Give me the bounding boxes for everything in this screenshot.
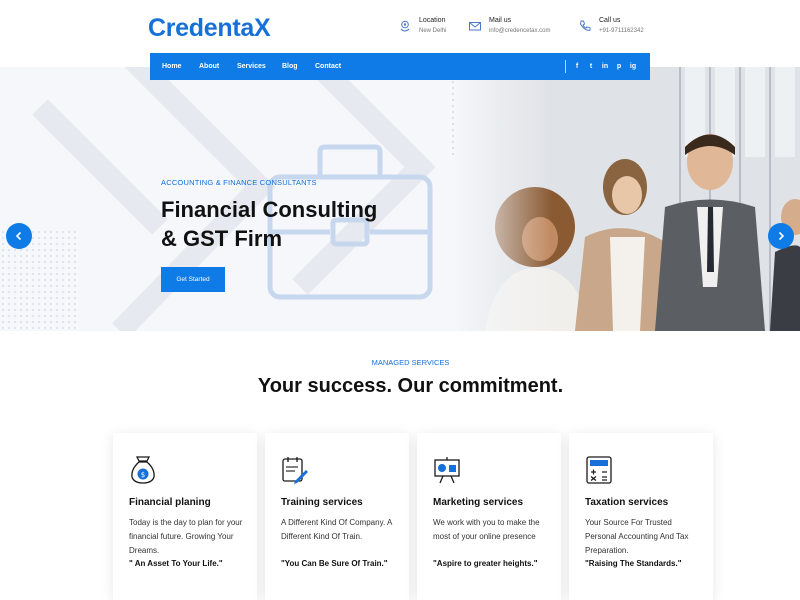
card-description: We work with you to make the most of you… bbox=[433, 518, 540, 541]
card-title: Training services bbox=[281, 497, 363, 508]
pinterest-icon[interactable]: p bbox=[614, 53, 624, 80]
card-description: A Different Kind Of Company. A Different… bbox=[281, 518, 392, 541]
card-description: Today is the day to plan for your financ… bbox=[129, 518, 243, 555]
service-card-marketing[interactable]: Marketing services We work with you to m… bbox=[417, 433, 561, 600]
card-title: Financial planing bbox=[129, 497, 211, 508]
nav-about[interactable]: About bbox=[199, 53, 219, 80]
card-tagline: " An Asset To Your Life." bbox=[129, 559, 223, 568]
hero-headline-line2: & GST Firm bbox=[161, 226, 283, 251]
hero-headline: Financial Consulting & GST Firm bbox=[161, 195, 461, 253]
twitter-icon[interactable]: t bbox=[586, 53, 596, 80]
service-card-taxation[interactable]: Taxation services Your Source For Truste… bbox=[569, 433, 713, 600]
header-call: Call us +91-9711162342 bbox=[578, 16, 644, 36]
instagram-icon[interactable]: ig bbox=[628, 53, 638, 80]
money-bag-icon: $ bbox=[131, 456, 155, 484]
nav-services[interactable]: Services bbox=[237, 53, 266, 80]
call-title: Call us bbox=[599, 17, 621, 24]
location-title: Location bbox=[419, 17, 446, 24]
location-value: New Delhi bbox=[419, 28, 447, 34]
mail-title: Mail us bbox=[489, 17, 512, 24]
hero-next-button[interactable] bbox=[768, 223, 794, 249]
calendar-pencil-icon bbox=[282, 457, 308, 484]
card-title: Marketing services bbox=[433, 497, 524, 508]
card-tagline: "Aspire to greater heights." bbox=[433, 559, 538, 568]
chevron-left-icon bbox=[15, 231, 22, 241]
presentation-board-icon bbox=[434, 457, 460, 484]
hero-prev-button[interactable] bbox=[6, 223, 32, 249]
get-started-button[interactable]: Get Started bbox=[161, 267, 225, 292]
hero-headline-line1: Financial Consulting bbox=[161, 197, 378, 222]
mail-value[interactable]: info@credencetax.com bbox=[489, 26, 550, 36]
header-mail: Mail us info@credencetax.com bbox=[468, 16, 550, 36]
card-title: Taxation services bbox=[585, 497, 669, 508]
chevron-right-icon bbox=[778, 231, 785, 241]
hero-team-photo bbox=[455, 67, 800, 331]
service-card-financial[interactable]: $ Financial planing Today is the day to … bbox=[113, 433, 257, 600]
hero-eyebrow: ACCOUNTING & FINANCE CONSULTANTS bbox=[161, 178, 317, 187]
card-tagline: "You Can Be Sure Of Train." bbox=[281, 559, 388, 568]
service-card-training[interactable]: Training services A Different Kind Of Co… bbox=[265, 433, 409, 600]
nav-divider bbox=[565, 60, 566, 73]
call-value[interactable]: +91-9711162342 bbox=[599, 26, 644, 36]
facebook-icon[interactable]: f bbox=[572, 53, 582, 80]
header-location: Location New Delhi bbox=[398, 16, 446, 36]
brand-logo[interactable]: CredentaX bbox=[148, 14, 271, 43]
nav-home[interactable]: Home bbox=[162, 53, 181, 80]
services-title: Your success. Our commitment. bbox=[257, 375, 564, 397]
services-eyebrow: MANAGED SERVICES bbox=[371, 358, 450, 367]
phone-icon bbox=[579, 20, 591, 31]
nav-blog[interactable]: Blog bbox=[282, 53, 298, 80]
calculator-icon bbox=[586, 456, 612, 484]
svg-text:$: $ bbox=[141, 471, 145, 479]
location-pin-icon bbox=[400, 20, 410, 32]
card-tagline: "Raising The Standards." bbox=[585, 559, 682, 568]
envelope-icon bbox=[469, 22, 481, 31]
linkedin-icon[interactable]: in bbox=[600, 53, 610, 80]
nav-contact[interactable]: Contact bbox=[315, 53, 341, 80]
card-description: Your Source For Trusted Personal Account… bbox=[585, 518, 689, 555]
